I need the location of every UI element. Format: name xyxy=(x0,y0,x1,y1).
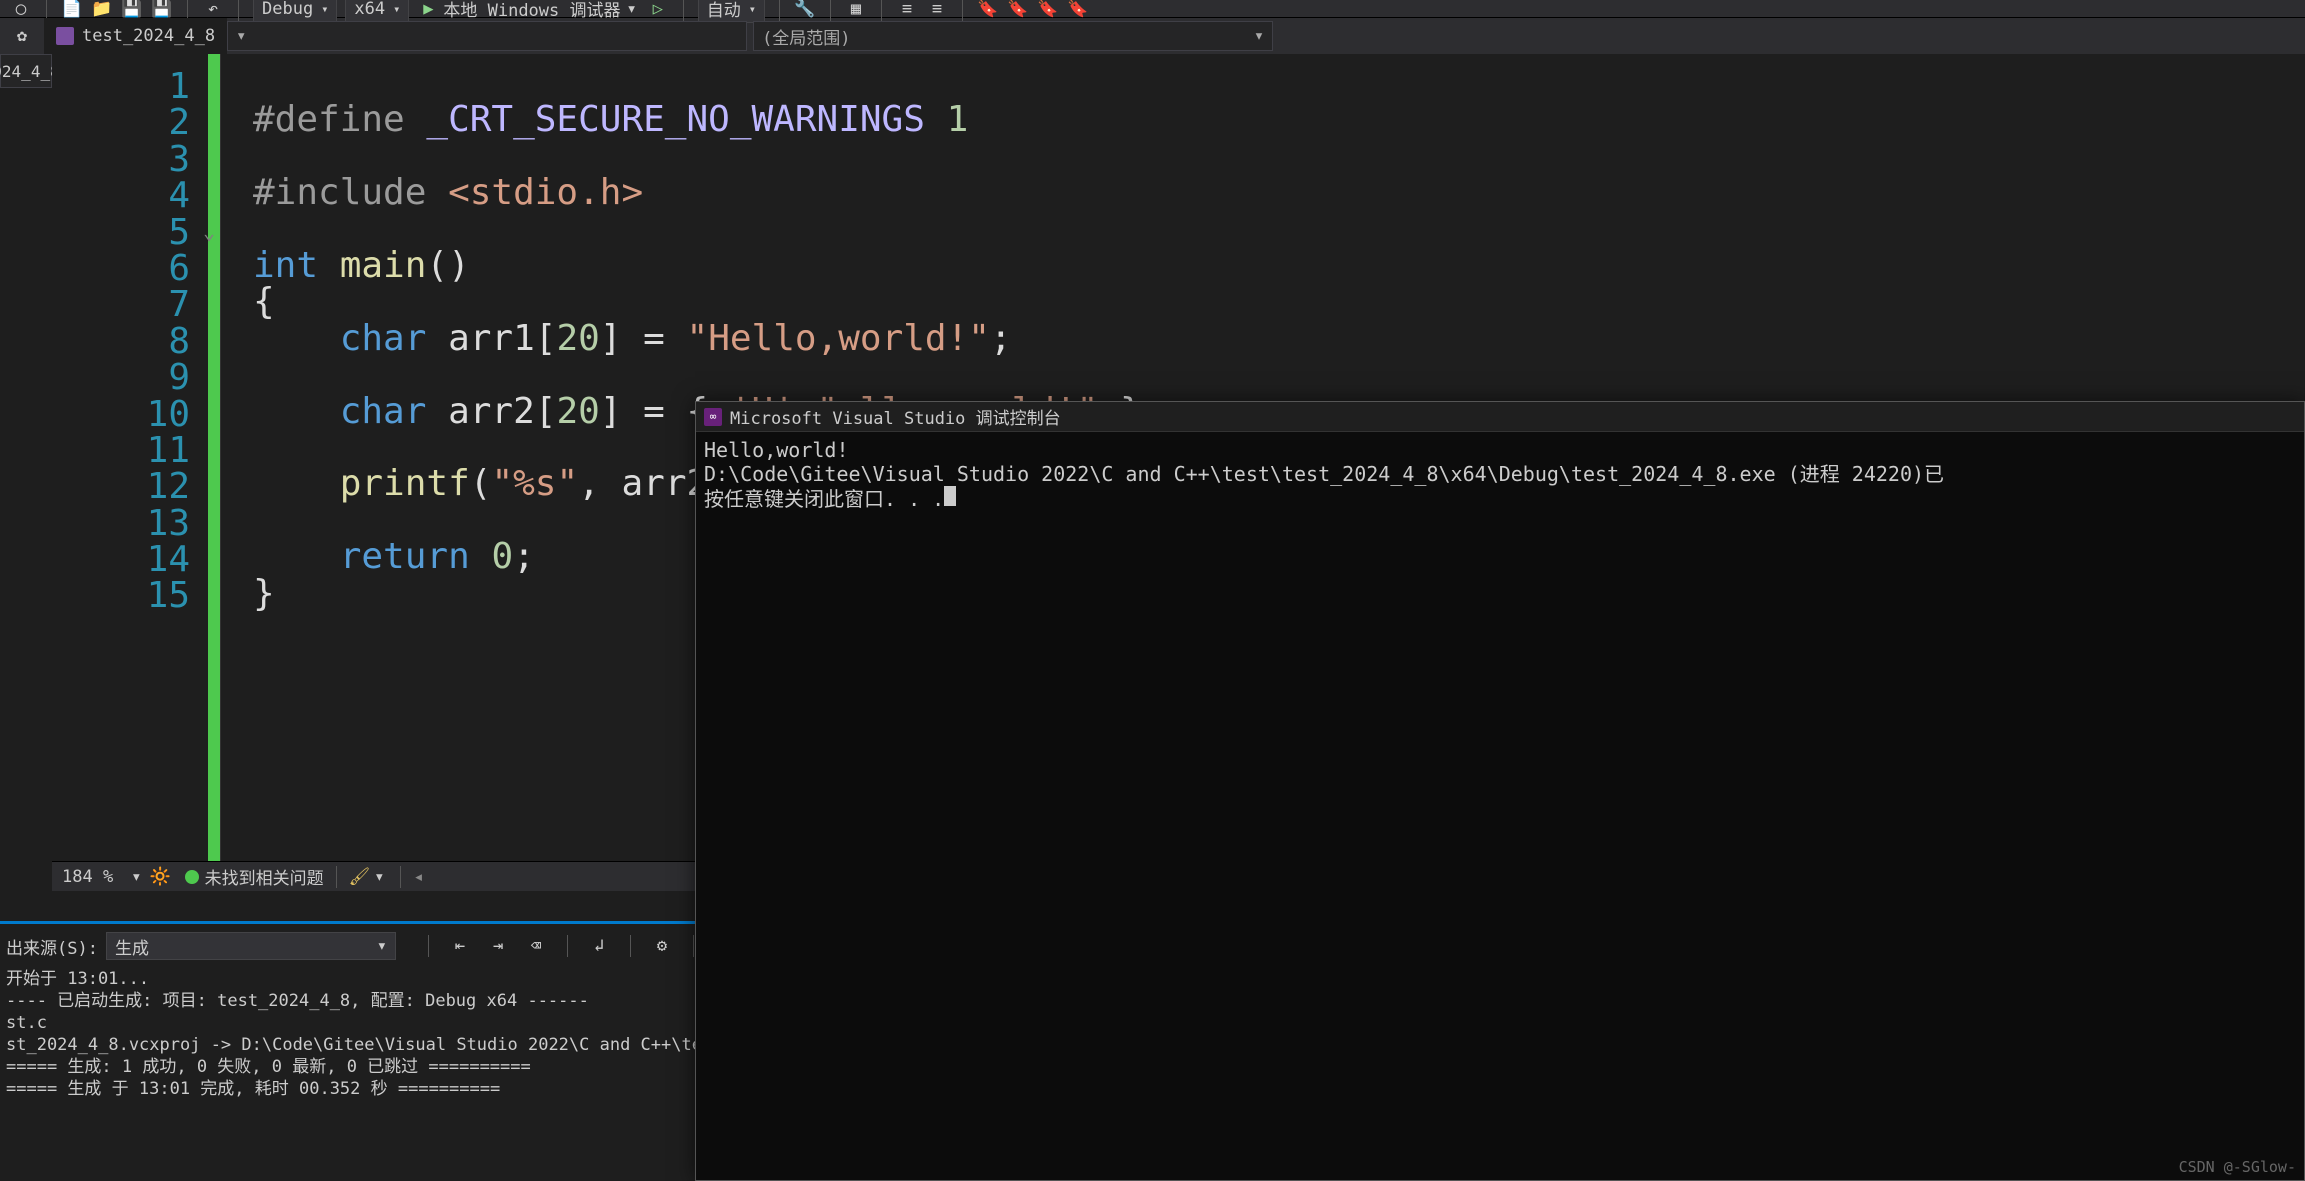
auto-combo[interactable]: 自动▾ xyxy=(698,0,765,23)
bookmark4-icon[interactable]: 🔖 xyxy=(1066,0,1090,21)
bookmark2-icon[interactable]: 🔖 xyxy=(1006,0,1030,21)
file-tab[interactable]: test_2024_4_8 xyxy=(44,18,227,54)
output-source-combo[interactable]: 生成▾ xyxy=(106,932,396,960)
lightbulb-icon[interactable]: 🔆 xyxy=(149,867,170,887)
brush-icon[interactable]: 🖌 xyxy=(349,867,371,887)
file-tab-label: test_2024_4_8 xyxy=(82,26,215,46)
scroll-left-icon[interactable]: ◂ xyxy=(413,867,423,887)
run-icon[interactable]: ▷ xyxy=(646,0,670,21)
change-marker xyxy=(208,54,220,891)
scope-combo-left[interactable]: ▾ xyxy=(227,21,747,51)
wrench-icon[interactable]: ✿ xyxy=(0,26,44,46)
watermark: CSDN @-SGlow- xyxy=(2179,1158,2296,1176)
console-title: Microsoft Visual Studio 调试控制台 xyxy=(730,404,1061,429)
vs-icon: ∞ xyxy=(704,408,722,426)
platform-combo[interactable]: x64▾ xyxy=(345,0,409,23)
console-body: Hello,world! D:\Code\Gitee\Visual Studio… xyxy=(696,432,2304,517)
debug-button[interactable]: 本地 Windows 调试器 xyxy=(443,0,620,21)
debug-console-window[interactable]: ∞ Microsoft Visual Studio 调试控制台 Hello,wo… xyxy=(695,401,2305,1181)
bookmark1-icon[interactable]: 🔖 xyxy=(976,0,1000,21)
nav-back-icon[interactable]: ◯ xyxy=(9,0,33,21)
bookmark3-icon[interactable]: 🔖 xyxy=(1036,0,1060,21)
clear-icon[interactable]: ⌫ xyxy=(521,931,551,961)
console-titlebar[interactable]: ∞ Microsoft Visual Studio 调试控制台 xyxy=(696,402,2304,432)
fold-icon[interactable]: ⌄ xyxy=(203,214,215,250)
issues-label: 未找到相关问题 xyxy=(205,864,324,889)
status-ok-icon xyxy=(185,870,199,884)
play-icon[interactable]: ▶ xyxy=(416,0,440,21)
goto-next-icon[interactable]: ⇥ xyxy=(483,931,513,961)
config-combo[interactable]: Debug▾ xyxy=(253,0,337,23)
output-source-label: 出来源(S): xyxy=(6,934,98,959)
settings-icon[interactable]: ⚙ xyxy=(647,931,677,961)
outdent-icon[interactable]: ≡ xyxy=(925,0,949,21)
file-type-icon xyxy=(56,27,74,45)
nav-row: ✿ test_2024_4_8 ▾ (全局范围)▾ xyxy=(0,18,2305,54)
cursor-icon xyxy=(944,486,956,506)
indent-icon[interactable]: ≡ xyxy=(895,0,919,21)
scope-combo-right[interactable]: (全局范围)▾ xyxy=(753,21,1273,51)
toolbox-icon[interactable]: 🔧 xyxy=(793,0,817,21)
solution-tree-item[interactable]: 024_4_8 xyxy=(0,54,52,88)
line-gutter: 123 456 789 101112 131415 xyxy=(52,54,208,891)
main-toolbar: ◯ 📄 📁 💾 💾 ↶ Debug▾ x64▾ ▶ 本地 Windows 调试器… xyxy=(0,0,2305,18)
zoom-level[interactable]: 184 % xyxy=(62,867,113,887)
goto-prev-icon[interactable]: ⇤ xyxy=(445,931,475,961)
wrap-icon[interactable]: ↲ xyxy=(584,931,614,961)
grid-icon[interactable]: ▦ xyxy=(844,0,868,21)
